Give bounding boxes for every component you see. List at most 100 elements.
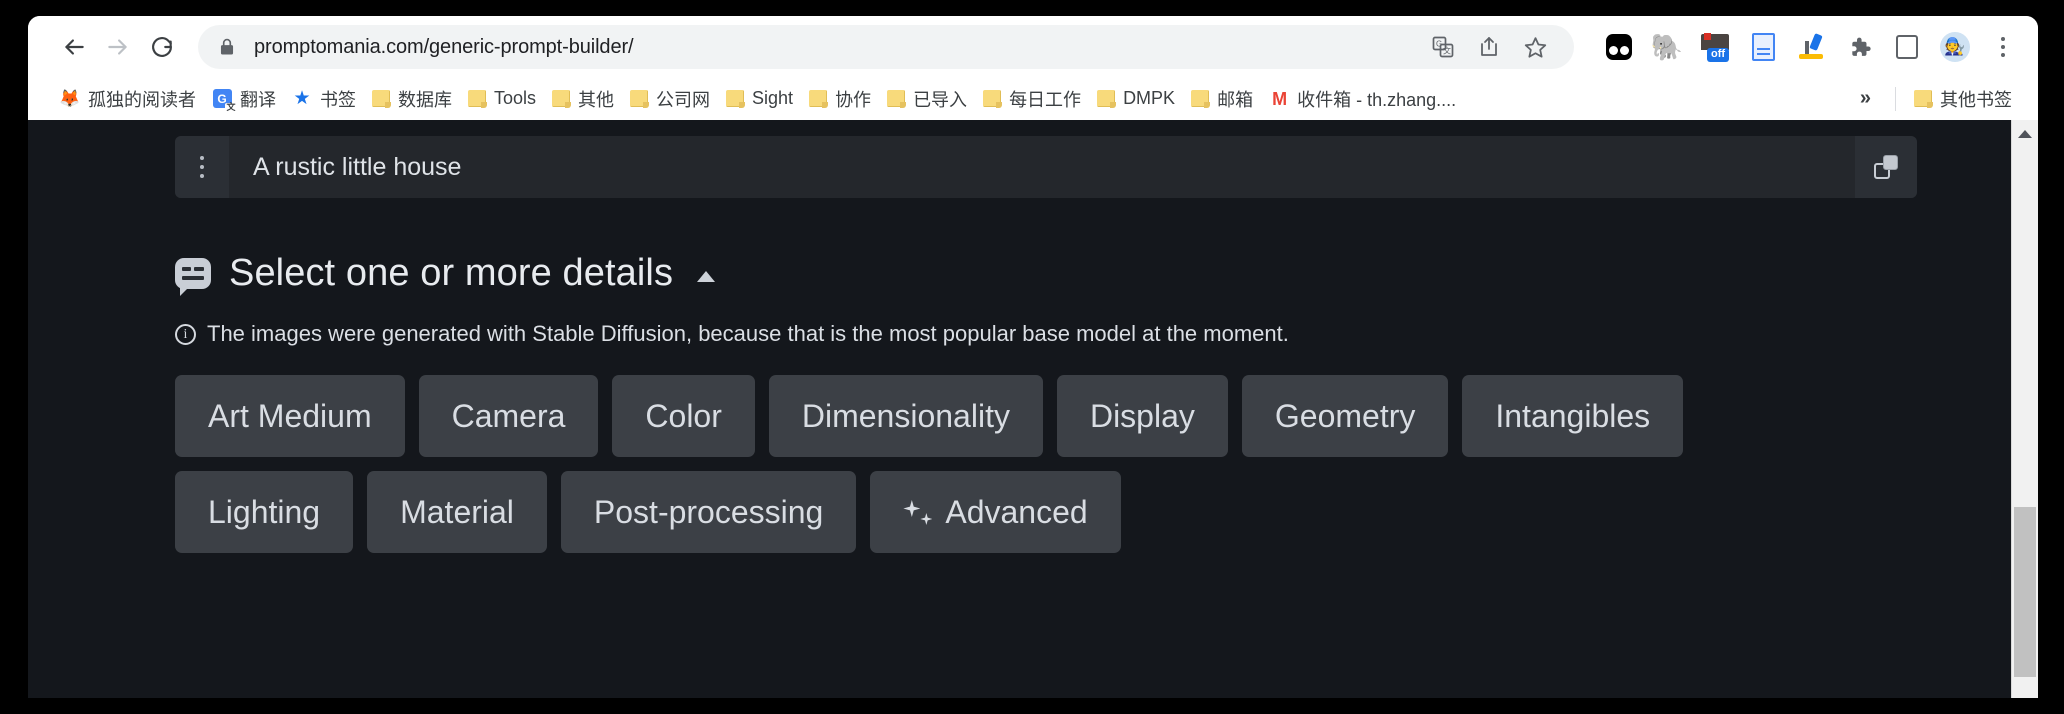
chip-label: Material: [400, 494, 514, 531]
side-panel-icon[interactable]: [1886, 26, 1928, 68]
pocket-extension-icon[interactable]: [1598, 26, 1640, 68]
bookmark-item-12[interactable]: 邮箱: [1183, 81, 1261, 117]
bookmark-label: 其他: [578, 86, 614, 112]
adblock-off-extension-icon[interactable]: off: [1694, 26, 1736, 68]
bookmark-item-4[interactable]: Tools: [460, 83, 544, 114]
translate-icon[interactable]: G文: [1422, 26, 1464, 68]
copy-icon[interactable]: [1855, 136, 1917, 198]
bookmark-label: 翻译: [240, 86, 276, 112]
folder-icon: [983, 90, 1001, 107]
profile-avatar-icon[interactable]: 🧑‍🔧: [1934, 26, 1976, 68]
bookmark-label: 书签: [320, 86, 356, 112]
sparkles-icon: [903, 497, 933, 527]
bookmarks-overflow-button[interactable]: »: [1846, 83, 1885, 114]
forward-button[interactable]: [96, 25, 140, 69]
scrollbar-thumb[interactable]: [2014, 507, 2036, 677]
bookmark-item-0[interactable]: 🦊 孤独的阅读者: [52, 81, 204, 117]
info-circle-icon: [175, 324, 196, 345]
browser-toolbar: promptomania.com/generic-prompt-builder/…: [28, 16, 2038, 78]
page-title: Select one or more details: [229, 252, 673, 295]
address-bar[interactable]: promptomania.com/generic-prompt-builder/…: [198, 25, 1574, 69]
category-chip-display[interactable]: Display: [1057, 375, 1228, 457]
bookmark-item-11[interactable]: DMPK: [1089, 83, 1183, 114]
bookmarks-divider: [1895, 87, 1896, 111]
fox-favicon: 🦊: [60, 89, 80, 109]
info-note: The images were generated with Stable Di…: [175, 321, 2011, 347]
folder-icon: [1191, 90, 1209, 107]
caret-up-icon[interactable]: [697, 271, 715, 282]
chrome-menu-icon[interactable]: [1982, 26, 2024, 68]
folder-icon: [552, 90, 570, 107]
category-chip-intangibles[interactable]: Intangibles: [1462, 375, 1683, 457]
blue-star-favicon: ★: [292, 89, 312, 109]
section-header[interactable]: Select one or more details: [175, 216, 2011, 295]
category-chip-material[interactable]: Material: [367, 471, 547, 553]
extensions-puzzle-icon[interactable]: [1838, 26, 1880, 68]
screenshot-root: promptomania.com/generic-prompt-builder/…: [0, 0, 2064, 714]
bookmark-label: 收件箱 - th.zhang....: [1297, 86, 1456, 112]
bookmark-item-3[interactable]: 数据库: [364, 81, 460, 117]
kebab-menu-icon[interactable]: [175, 136, 229, 198]
bookmarks-bar: 🦊 孤独的阅读者 G 翻译 ★ 书签 数据库 Tools 其他: [28, 78, 2038, 120]
bookmark-item-8[interactable]: 协作: [801, 81, 879, 117]
share-icon[interactable]: [1468, 26, 1510, 68]
category-chip-post-processing[interactable]: Post-processing: [561, 471, 856, 553]
category-chip-art-medium[interactable]: Art Medium: [175, 375, 405, 457]
folder-icon: [1097, 90, 1115, 107]
bookmark-item-9[interactable]: 已导入: [879, 81, 975, 117]
url-text: promptomania.com/generic-prompt-builder/: [254, 36, 634, 59]
bookmark-label: Tools: [494, 88, 536, 109]
back-button[interactable]: [52, 25, 96, 69]
chip-label: Camera: [452, 398, 566, 435]
bookmark-star-icon[interactable]: [1514, 26, 1556, 68]
category-chip-camera[interactable]: Camera: [419, 375, 599, 457]
gmail-favicon: M: [1269, 89, 1289, 109]
category-chip-color[interactable]: Color: [612, 375, 754, 457]
bookmark-item-10[interactable]: 每日工作: [975, 81, 1089, 117]
document-extension-icon[interactable]: [1742, 26, 1784, 68]
category-chip-geometry[interactable]: Geometry: [1242, 375, 1448, 457]
bookmark-item-7[interactable]: Sight: [718, 83, 801, 114]
chip-label: Lighting: [208, 494, 320, 531]
folder-icon: [1914, 90, 1932, 107]
category-row-1: Art Medium Camera Color Dimensionality D…: [175, 375, 2011, 457]
bookmark-item-13[interactable]: M 收件箱 - th.zhang....: [1261, 81, 1464, 117]
other-bookmarks-label: 其他书签: [1940, 86, 2012, 112]
other-bookmarks-button[interactable]: 其他书签: [1906, 81, 2020, 117]
bookmark-label: 每日工作: [1009, 86, 1081, 112]
category-chip-dimensionality[interactable]: Dimensionality: [769, 375, 1043, 457]
bookmark-label: Sight: [752, 88, 793, 109]
bookmark-item-2[interactable]: ★ 书签: [284, 81, 364, 117]
bookmark-item-6[interactable]: 公司网: [622, 81, 718, 117]
omnibox-actions: G文: [1422, 26, 1556, 68]
scrollbar-up-arrow[interactable]: [2012, 120, 2038, 147]
google-translate-favicon: G: [212, 89, 232, 109]
chip-label: Advanced: [945, 494, 1087, 531]
web-page: A rustic little house Select one or more…: [28, 120, 2011, 698]
folder-icon: [809, 90, 827, 107]
folder-icon: [887, 90, 905, 107]
speech-bubble-icon: [175, 258, 211, 289]
bookmark-label: DMPK: [1123, 88, 1175, 109]
chip-label: Dimensionality: [802, 398, 1010, 435]
prompt-input-bar[interactable]: A rustic little house: [175, 136, 1917, 198]
category-row-2: Lighting Material Post-processing Advanc…: [175, 471, 2011, 553]
details-section: Select one or more details The images we…: [28, 216, 2011, 698]
bookmark-item-5[interactable]: 其他: [544, 81, 622, 117]
bookmark-label: 数据库: [398, 86, 452, 112]
reload-button[interactable]: [140, 25, 184, 69]
bookmark-label: 协作: [835, 86, 871, 112]
category-chip-advanced[interactable]: Advanced: [870, 471, 1120, 553]
chip-label: Art Medium: [208, 398, 372, 435]
bookmarks-overflow-area: » 其他书签: [1846, 81, 2022, 117]
prompt-input[interactable]: A rustic little house: [229, 136, 1855, 198]
lock-icon: [216, 36, 238, 58]
svg-text:文: 文: [1443, 46, 1451, 56]
category-chip-lighting[interactable]: Lighting: [175, 471, 353, 553]
browser-window: promptomania.com/generic-prompt-builder/…: [28, 16, 2038, 698]
evernote-extension-icon[interactable]: 🐘: [1646, 26, 1688, 68]
microscope-extension-icon[interactable]: [1790, 26, 1832, 68]
bookmark-item-1[interactable]: G 翻译: [204, 81, 284, 117]
vertical-scrollbar[interactable]: [2011, 120, 2038, 698]
bookmark-label: 孤独的阅读者: [88, 86, 196, 112]
